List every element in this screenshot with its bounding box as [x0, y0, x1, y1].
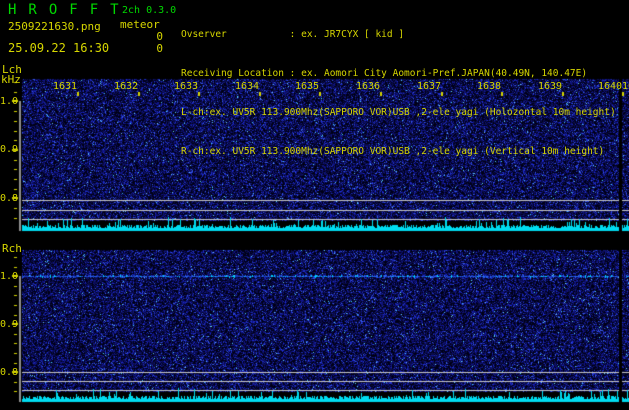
time-label: 1634 [235, 81, 260, 92]
app-title: HROFFT [8, 2, 131, 18]
lch-ytick: 0.9 [0, 144, 19, 155]
time-label: 1639 [538, 81, 563, 92]
time-label: 1640 [598, 81, 623, 92]
filename: 2509221630.png [8, 20, 101, 33]
hrofft-screen: HROFFT 2ch 0.3.0 2509221630.png meteor 0… [0, 0, 629, 410]
lch-unit-label: kHz [1, 73, 21, 86]
lch-ytick: 0.8 [0, 193, 19, 204]
time-label: 1632 [114, 81, 139, 92]
lch-ytick: 1.0 [0, 96, 19, 107]
rch-panel-label: Rch [2, 242, 22, 255]
rch-ytick: 1.0 [0, 271, 19, 282]
rch-ytick: 0.8 [0, 367, 19, 378]
datetime: 25.09.22 16:30 [8, 41, 110, 55]
rch-ytick: 0.9 [0, 319, 19, 330]
info-observer-line: Ovserver : ex. JR7CYX [ kid ] [181, 29, 405, 40]
info-rch-receiver-line: R-ch:ex. UV5R 113.900Mhz(SAPPORO VOR)USB… [181, 146, 605, 157]
time-label: 16 [622, 81, 629, 92]
time-label: 1635 [295, 81, 320, 92]
info-location-line: Receiving Location : ex. Aomori City Aom… [181, 68, 588, 79]
time-label: 1631 [53, 81, 78, 92]
meteor-count-r: 0 [156, 42, 163, 55]
time-label: 1636 [356, 81, 381, 92]
app-version: 2ch 0.3.0 [122, 5, 177, 16]
time-label: 1637 [417, 81, 442, 92]
time-label: 1638 [477, 81, 502, 92]
info-lch-receiver-line: L-ch:ex. UV5R 113.900Mhz(SAPPORO VOR)USB… [181, 107, 616, 118]
time-label: 1633 [174, 81, 199, 92]
observer-info: Ovserver : ex. JR7CYX [ kid ] Receiving … [181, 2, 616, 184]
